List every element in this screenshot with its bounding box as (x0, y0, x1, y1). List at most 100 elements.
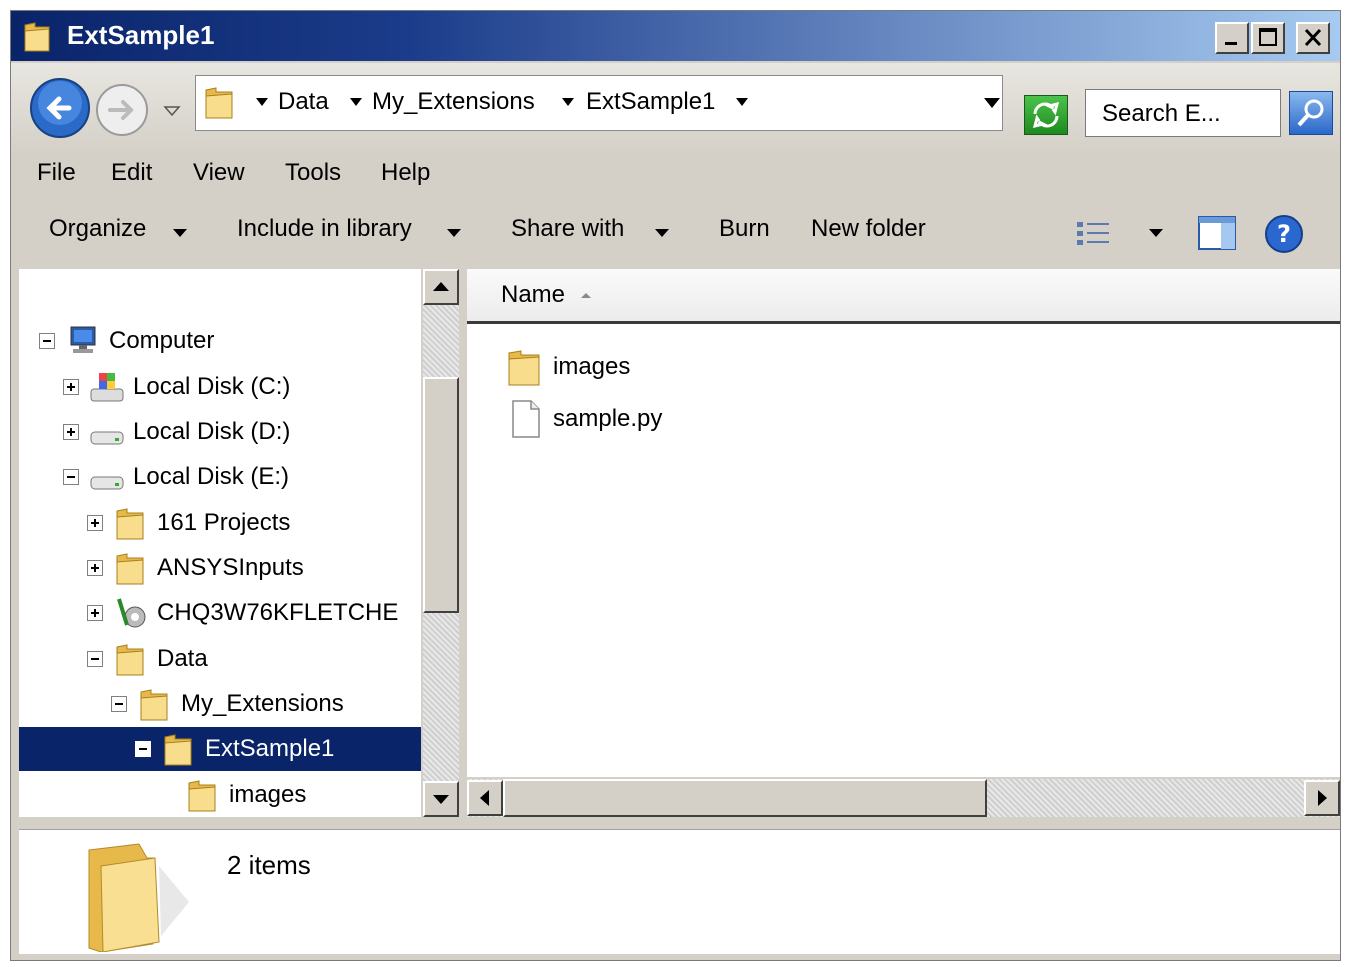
tree-item-data[interactable]: Data (19, 637, 421, 681)
horizontal-scroll-thumb[interactable] (503, 779, 987, 817)
folder-large-icon (88, 843, 189, 952)
address-history-dropdown[interactable] (984, 98, 1000, 108)
drive-icon (90, 431, 124, 445)
collapse-icon[interactable] (39, 333, 55, 349)
column-header-name[interactable]: Name (467, 269, 1340, 324)
organize-dropdown-icon[interactable] (173, 229, 187, 237)
column-header-label: Name (501, 281, 566, 308)
expand-icon[interactable] (63, 379, 79, 395)
expand-icon[interactable] (63, 424, 79, 440)
system-drive-icon (90, 373, 124, 402)
tree-item-chq3w76kfletche[interactable]: CHQ3W76KFLETCHE (19, 591, 421, 635)
breadcrumb-data-caret[interactable] (350, 98, 362, 106)
tree-item-label: images (229, 781, 307, 808)
breadcrumb-my-extensions[interactable]: My_Extensions (372, 88, 535, 116)
expand-icon[interactable] (87, 605, 103, 621)
collapse-icon[interactable] (63, 469, 79, 485)
forward-button[interactable] (95, 83, 149, 137)
tree-item-label: CHQ3W76KFLETCHE (157, 599, 399, 626)
tree-item-local-disk-e[interactable]: Local Disk (E:) (19, 455, 421, 499)
breadcrumb-root-caret[interactable] (256, 98, 268, 106)
file-list: Name images sample.py (467, 269, 1340, 777)
back-button[interactable] (29, 77, 91, 139)
expand-icon[interactable] (87, 515, 103, 531)
tree-item-my-extensions[interactable]: My_Extensions (19, 682, 421, 726)
help-icon[interactable]: ? (1263, 213, 1305, 255)
list-item[interactable]: sample.py (507, 397, 807, 441)
menu-edit[interactable]: Edit (111, 159, 152, 187)
breadcrumb-data[interactable]: Data (278, 88, 329, 116)
details-pane: 2 items (19, 829, 1340, 954)
scroll-right-button[interactable] (1304, 780, 1340, 816)
tree-item-label: Local Disk (E:) (133, 463, 290, 490)
search-button[interactable] (1289, 91, 1333, 135)
maximize-button[interactable] (1251, 22, 1285, 54)
svg-text:?: ? (1277, 220, 1291, 248)
search-input[interactable]: Search E... (1085, 89, 1281, 137)
window-title: ExtSample1 (67, 20, 215, 50)
search-placeholder: Search E... (1102, 100, 1221, 127)
tree-item-local-disk-c[interactable]: Local Disk (C:) (19, 365, 421, 409)
menu-view[interactable]: View (193, 159, 245, 187)
view-dropdown-icon[interactable] (1149, 229, 1163, 237)
tree-item-extsample1[interactable]: ExtSample1 (19, 727, 421, 771)
burn-button[interactable]: Burn (719, 215, 770, 243)
drive-icon (90, 476, 124, 490)
folder-icon (164, 734, 192, 766)
collapse-icon[interactable] (135, 741, 151, 757)
view-options-icon[interactable] (1075, 219, 1113, 249)
scroll-up-button[interactable] (423, 269, 459, 305)
preview-pane-icon[interactable] (1197, 215, 1237, 253)
breadcrumb-extsample1[interactable]: ExtSample1 (586, 88, 715, 116)
menu-file[interactable]: File (37, 159, 76, 187)
scroll-left-button[interactable] (467, 780, 503, 816)
tree-item-label: Data (157, 645, 208, 672)
tree-item-label: My_Extensions (181, 690, 344, 717)
new-folder-button[interactable]: New folder (811, 215, 926, 243)
scroll-down-button[interactable] (423, 781, 459, 817)
close-button[interactable] (1296, 22, 1330, 54)
scroll-thumb[interactable] (423, 377, 459, 613)
file-name: images (553, 353, 631, 380)
horizontal-scrollbar[interactable] (467, 779, 1340, 817)
folder-icon (24, 22, 50, 52)
collapse-icon[interactable] (87, 651, 103, 667)
share-with-dropdown-icon[interactable] (655, 229, 669, 237)
menu-bar: File Edit View Tools Help (11, 153, 1340, 197)
explorer-window: ExtSample1 Data My_Extensions ExtSample1… (10, 10, 1341, 961)
include-in-library-button[interactable]: Include in library (237, 215, 412, 243)
navigation-scrollbar[interactable] (423, 269, 459, 817)
right-arrow-icon (1318, 790, 1327, 806)
file-name: sample.py (553, 405, 663, 432)
expand-icon[interactable] (87, 560, 103, 576)
menu-help[interactable]: Help (381, 159, 430, 187)
breadcrumb-extsample1-caret[interactable] (736, 98, 748, 106)
close-icon (1304, 28, 1322, 47)
tree-item-ansysinputs[interactable]: ANSYSInputs (19, 546, 421, 590)
list-item[interactable]: images (507, 345, 807, 389)
organize-button[interactable]: Organize (49, 215, 146, 243)
computer-icon (70, 326, 96, 353)
menu-tools[interactable]: Tools (285, 159, 341, 187)
minimize-button[interactable] (1215, 22, 1249, 54)
refresh-button[interactable] (1024, 95, 1068, 135)
down-arrow-icon (433, 795, 449, 804)
tree-item-label: Local Disk (C:) (133, 373, 291, 400)
tree-item-161-projects[interactable]: 161 Projects (19, 501, 421, 545)
tree-item-local-disk-d[interactable]: Local Disk (D:) (19, 410, 421, 454)
navigation-pane: Computer Local Disk (C:) Local Disk (D:) Lo… (19, 269, 421, 817)
folder-icon (116, 508, 144, 540)
folder-icon (188, 780, 216, 812)
address-bar[interactable]: Data My_Extensions ExtSample1 (195, 75, 1003, 131)
share-with-button[interactable]: Share with (511, 215, 624, 243)
tree-item-images[interactable]: images (19, 773, 421, 817)
tree-item-label: ANSYSInputs (157, 554, 304, 581)
tree-item-label: Local Disk (D:) (133, 418, 291, 445)
title-bar[interactable]: ExtSample1 (11, 11, 1340, 61)
collapse-icon[interactable] (111, 696, 127, 712)
address-row: Data My_Extensions ExtSample1 Search E..… (11, 63, 1340, 155)
include-in-library-dropdown-icon[interactable] (447, 229, 461, 237)
recent-pages-dropdown-icon[interactable] (163, 105, 181, 117)
tree-item-computer[interactable]: Computer (19, 319, 421, 363)
breadcrumb-my-extensions-caret[interactable] (562, 98, 574, 106)
